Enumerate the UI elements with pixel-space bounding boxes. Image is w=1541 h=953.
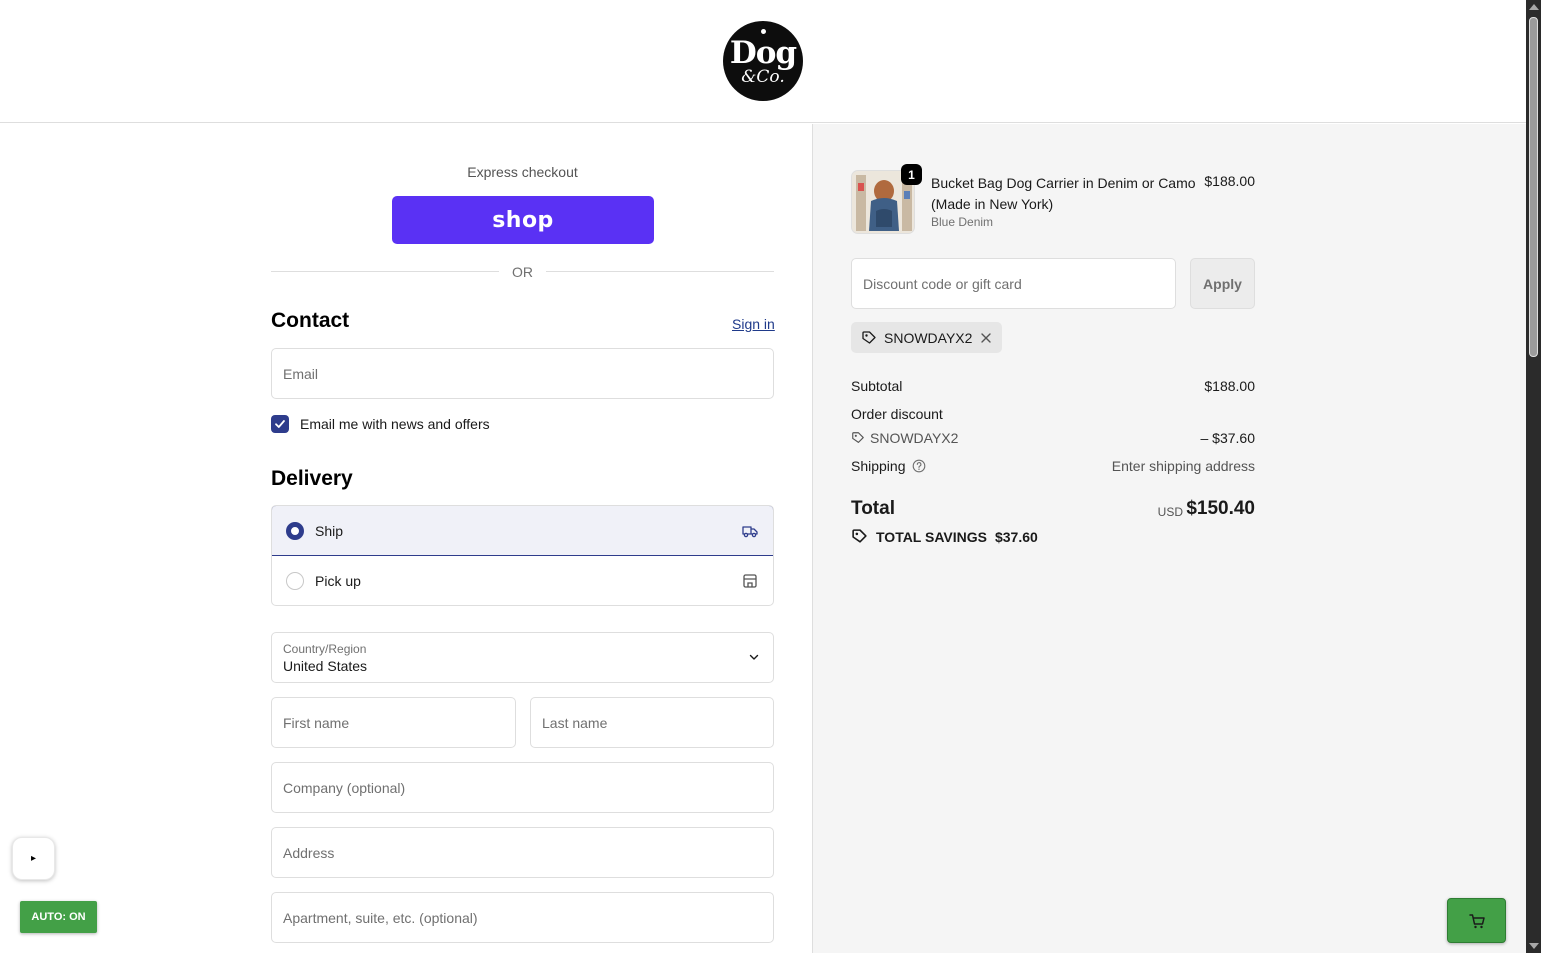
order-discount-label: Order discount (851, 406, 943, 422)
checkout-form: Express checkout shop OR Contact Sign in… (0, 124, 812, 953)
shipping-label-wrap: Shipping (851, 458, 926, 474)
company-input[interactable] (272, 763, 773, 812)
country-select[interactable]: Country/Region United States (271, 632, 774, 683)
last-name-input[interactable] (531, 698, 773, 747)
total-label: Total (851, 498, 895, 519)
discount-code-line: SNOWDAYX2 (851, 430, 958, 446)
tag-icon (852, 432, 864, 443)
savings-tag-icon (852, 529, 867, 543)
first-name-field[interactable] (271, 697, 516, 748)
newsletter-checkbox[interactable] (271, 415, 289, 433)
delivery-option-pickup[interactable]: Pick up (272, 556, 773, 605)
apply-discount-button[interactable]: Apply (1190, 258, 1255, 309)
store-logo[interactable]: Dog &Co. (723, 21, 803, 101)
shipping-value: Enter shipping address (1111, 458, 1255, 474)
tag-icon (862, 330, 876, 344)
checkout-page: Dog &Co. Express checkout shop OR Contac… (0, 0, 1541, 953)
email-field[interactable] (271, 348, 774, 399)
shipping-row: Shipping Enter shipping address (851, 458, 1255, 474)
last-name-field[interactable] (530, 697, 774, 748)
delivery-title: Delivery (271, 467, 353, 490)
discount-field[interactable] (851, 258, 1176, 309)
applied-code: SNOWDAYX2 (884, 329, 973, 346)
total-value: $150.40 (1186, 498, 1255, 519)
savings-value: $37.60 (994, 528, 1038, 545)
newsletter-label: Email me with news and offers (300, 416, 490, 432)
store-icon (743, 574, 757, 588)
or-divider: OR (271, 262, 774, 282)
or-text: OR (512, 264, 533, 280)
auto-toggle-button[interactable]: AUTO: ON (20, 901, 97, 933)
total-row: Total USD $150.40 (851, 498, 1255, 524)
discount-input[interactable] (852, 259, 1175, 308)
logo-text-sub: &Co. (741, 67, 785, 87)
close-icon[interactable] (980, 332, 992, 344)
shipping-label: Shipping (851, 458, 906, 474)
country-value: United States (283, 658, 368, 674)
savings-label: TOTAL SAVINGS (876, 528, 987, 545)
pickup-radio[interactable] (286, 572, 304, 590)
product-price: $188.00 (1204, 173, 1255, 189)
cart-icon (1468, 913, 1485, 928)
scroll-up-arrow[interactable] (1529, 4, 1539, 10)
sign-in-link[interactable]: Sign in (732, 316, 775, 332)
first-name-input[interactable] (272, 698, 515, 747)
header: Dog &Co. (0, 0, 1526, 123)
email-input[interactable] (272, 349, 773, 398)
delivery-method-group: Ship Pick up (271, 505, 774, 606)
check-icon (275, 420, 285, 428)
truck-icon (742, 525, 758, 537)
cart-button[interactable] (1447, 898, 1506, 943)
subtotal-label: Subtotal (851, 378, 903, 394)
total-savings: TOTAL SAVINGS $37.60 (851, 528, 1038, 545)
applied-discount-chip: SNOWDAYX2 (851, 322, 1003, 353)
newsletter-option[interactable]: Email me with news and offers (271, 414, 490, 434)
order-discount-row: Order discount (851, 406, 1255, 422)
address-input[interactable] (272, 828, 773, 877)
divider-line-right (546, 271, 774, 272)
apartment-input[interactable] (272, 893, 773, 942)
country-label: Country/Region (283, 642, 367, 656)
order-summary: 1 Bucket Bag Dog Carrier in Denim or Cam… (812, 124, 1526, 953)
address-field[interactable] (271, 827, 774, 878)
product-variant: Blue Denim (931, 215, 994, 229)
contact-title: Contact (271, 309, 350, 332)
pickup-label: Pick up (315, 573, 361, 589)
total-currency: USD (1157, 505, 1183, 519)
scroll-thumb[interactable] (1529, 17, 1538, 357)
quantity-badge: 1 (901, 164, 922, 185)
express-checkout-label: Express checkout (467, 164, 578, 180)
company-field[interactable] (271, 762, 774, 813)
line-item: 1 Bucket Bag Dog Carrier in Denim or Cam… (851, 164, 1255, 240)
discount-code-row: SNOWDAYX2 – $37.60 (851, 430, 1255, 448)
chevron-down-icon (749, 654, 759, 660)
shop-pay-button[interactable]: shop (392, 196, 654, 244)
scroll-down-arrow[interactable] (1529, 943, 1539, 949)
logo-dot (761, 29, 766, 34)
subtotal-value: $188.00 (1204, 378, 1255, 394)
discount-value: – $37.60 (1200, 430, 1256, 446)
apartment-field[interactable] (271, 892, 774, 943)
subtotal-row: Subtotal $188.00 (851, 378, 1255, 394)
help-icon[interactable] (912, 459, 926, 473)
play-icon: ▸ (30, 853, 37, 864)
ship-label: Ship (315, 522, 344, 539)
discount-code-text: SNOWDAYX2 (870, 430, 959, 446)
ship-radio[interactable] (286, 521, 304, 540)
page-scrollbar[interactable] (1526, 0, 1541, 953)
product-title: Bucket Bag Dog Carrier in Denim or Camo … (931, 175, 1196, 212)
logo-text-main: Dog (729, 35, 797, 71)
delivery-option-ship[interactable]: Ship (272, 506, 773, 556)
play-button[interactable]: ▸ (12, 837, 55, 880)
